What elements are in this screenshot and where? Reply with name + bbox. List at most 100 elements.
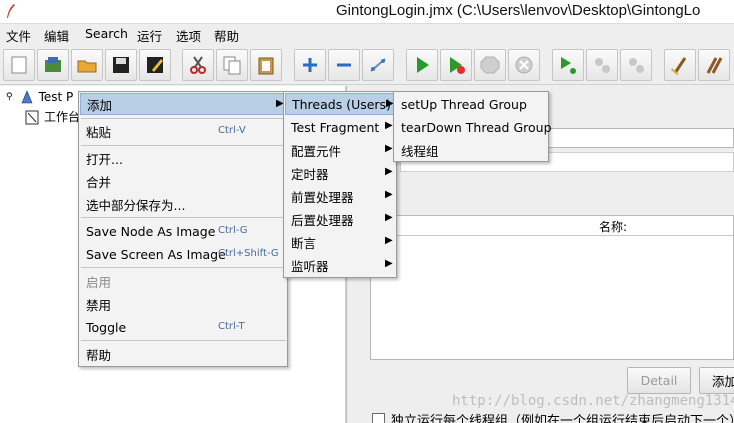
submenu-arrow-icon: ▶ — [385, 120, 393, 131]
menu-item-shortcut: Ctrl+Shift-G — [218, 248, 279, 259]
collapse-all-button[interactable] — [328, 49, 360, 81]
menu-item-shortcut: Ctrl-V — [218, 125, 246, 136]
menu-item-label: Save Node As Image — [86, 223, 216, 239]
menu-bar: 文件 编辑 Search 运行 选项 帮助 — [0, 24, 734, 44]
start-no-pause-icon — [450, 57, 465, 74]
menu-item-label: 粘贴 — [86, 124, 112, 140]
templates-button[interactable] — [37, 49, 69, 81]
menu-item-label: 选中部分保存为... — [86, 197, 186, 213]
menu-help[interactable]: 帮助 — [214, 26, 239, 45]
menu-separator — [81, 118, 286, 119]
menu-item-label: 后置处理器 — [291, 212, 354, 228]
tree-item-test-plan[interactable]: ⚲ Test P — [6, 89, 73, 105]
detail-button[interactable]: Detail — [627, 367, 691, 394]
submenu-arrow-icon: ▶ — [385, 235, 393, 246]
menu-item-label: tearDown Thread Group — [401, 119, 552, 135]
menu-item-label: Save Screen As Image — [86, 246, 226, 262]
remote-start-icon — [561, 57, 576, 74]
menu-item-setup-thread-group[interactable]: setUp Thread Group — [395, 93, 548, 115]
window-title: GintongLogin.jmx (C:\Users\lenvov\Deskto… — [336, 2, 701, 19]
menu-item-label: Toggle — [86, 319, 127, 335]
cut-icon — [190, 56, 206, 74]
start-button[interactable] — [406, 49, 438, 81]
menu-item-toggle[interactable]: Toggle Ctrl-T — [80, 316, 287, 338]
menu-item-test-fragment[interactable]: Test Fragment ▶ — [285, 116, 396, 138]
expand-icon — [303, 58, 317, 72]
menu-item-open[interactable]: 打开... — [80, 147, 287, 169]
menu-item-help[interactable]: 帮助 — [80, 343, 287, 365]
menu-item-label: 合并 — [86, 174, 112, 190]
shutdown-button[interactable] — [508, 49, 540, 81]
new-icon — [11, 56, 27, 74]
remote-stop-icon — [595, 58, 610, 73]
title-bar: GintongLogin.jmx (C:\Users\lenvov\Deskto… — [0, 0, 734, 24]
tree-expand-handle[interactable]: ⚲ — [6, 92, 13, 102]
menu-item-listener[interactable]: 监听器 ▶ — [285, 254, 396, 276]
save-button[interactable] — [105, 49, 137, 81]
menu-item-add[interactable]: 添加 ▶ — [80, 93, 287, 115]
menu-item-thread-group[interactable]: 线程组 — [395, 139, 548, 161]
cut-button[interactable] — [182, 49, 214, 81]
menu-item-disable[interactable]: 禁用 — [80, 293, 287, 315]
menu-item-label: 断言 — [291, 235, 317, 251]
menu-item-enable[interactable]: 启用 — [80, 270, 287, 292]
start-no-pauses-button[interactable] — [440, 49, 472, 81]
clear-all-icon — [706, 57, 723, 74]
menu-item-label: 打开... — [86, 151, 123, 167]
clear-all-button[interactable] — [698, 49, 730, 81]
remote-start-button[interactable] — [552, 49, 584, 81]
menu-item-paste[interactable]: 粘贴 Ctrl-V — [80, 120, 287, 142]
menu-search[interactable]: Search — [85, 26, 128, 41]
remote-shutdown-button[interactable] — [620, 49, 652, 81]
menu-item-label: 启用 — [86, 274, 112, 290]
open-icon — [77, 60, 97, 73]
menu-item-save-node-as-image[interactable]: Save Node As Image Ctrl-G — [80, 220, 287, 242]
menu-item-assertions[interactable]: 断言 ▶ — [285, 231, 396, 253]
menu-item-threads-users[interactable]: Threads (Users) ▶ — [285, 93, 396, 115]
add-variable-button[interactable]: 添加 — [699, 367, 734, 394]
tree-item-label: Test P — [38, 90, 74, 104]
menu-item-label: setUp Thread Group — [401, 96, 527, 112]
start-icon — [417, 57, 429, 73]
menu-options[interactable]: 选项 — [176, 26, 201, 45]
tree-item-workbench[interactable]: 工作台 — [24, 108, 80, 125]
submenu-arrow-icon: ▶ — [385, 258, 393, 269]
menu-item-timer[interactable]: 定时器 ▶ — [285, 162, 396, 184]
menu-separator — [81, 267, 286, 268]
copy-button[interactable] — [216, 49, 248, 81]
paste-button[interactable] — [250, 49, 282, 81]
clear-icon — [671, 57, 687, 75]
expand-all-button[interactable] — [294, 49, 326, 81]
submenu-arrow-icon: ▶ — [385, 143, 393, 154]
menu-item-label: 禁用 — [86, 297, 112, 313]
menu-item-teardown-thread-group[interactable]: tearDown Thread Group — [395, 116, 552, 138]
save-as-button[interactable] — [139, 49, 171, 81]
menu-item-label: 添加 — [87, 97, 113, 113]
checkbox[interactable] — [372, 413, 385, 423]
menu-item-save-selection-as[interactable]: 选中部分保存为... — [80, 193, 287, 215]
menu-item-label: 监听器 — [291, 258, 329, 274]
toolbar — [0, 45, 734, 85]
menu-item-config-element[interactable]: 配置元件 ▶ — [285, 139, 396, 161]
menu-item-post-processors[interactable]: 后置处理器 ▶ — [285, 208, 396, 230]
stop-button[interactable] — [474, 49, 506, 81]
new-button[interactable] — [3, 49, 35, 81]
remote-stop-button[interactable] — [586, 49, 618, 81]
toggle-button[interactable] — [362, 49, 394, 81]
submenu-arrow-icon: ▶ — [385, 166, 393, 177]
save-icon — [113, 57, 129, 73]
menu-run[interactable]: 运行 — [137, 26, 162, 45]
menu-item-save-screen-as-image[interactable]: Save Screen As Image Ctrl+Shift-G — [80, 243, 287, 265]
menu-item-merge[interactable]: 合并 — [80, 170, 287, 192]
menu-item-shortcut: Ctrl-T — [218, 321, 245, 332]
open-button[interactable] — [71, 49, 103, 81]
menu-item-pre-processors[interactable]: 前置处理器 ▶ — [285, 185, 396, 207]
menu-item-label: 配置元件 — [291, 143, 342, 159]
menu-file[interactable]: 文件 — [6, 26, 31, 45]
clear-button[interactable] — [664, 49, 696, 81]
templates-icon — [45, 57, 61, 72]
menu-edit[interactable]: 编辑 — [44, 26, 69, 45]
run-thread-groups-consecutively-option[interactable]: 独立运行每个线程组（例如在一个组运行结束后启动下一个） — [372, 410, 734, 423]
menu-item-shortcut: Ctrl-G — [218, 225, 248, 236]
user-variables-table[interactable]: 名称: — [370, 215, 734, 360]
